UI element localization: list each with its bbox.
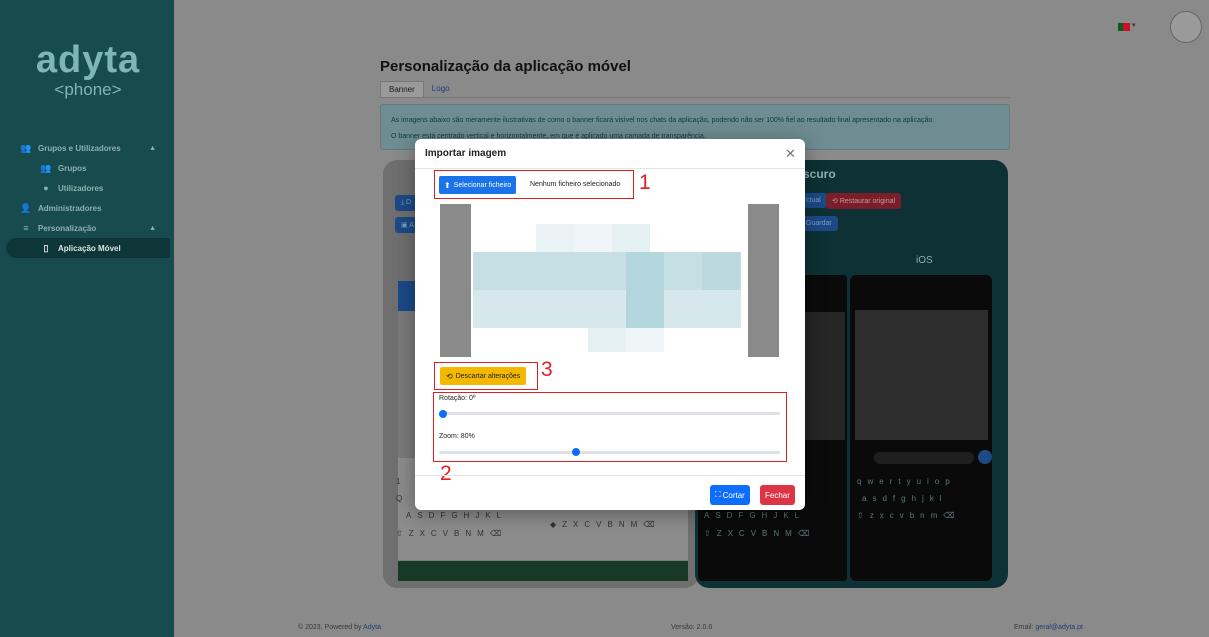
- restore-original-button[interactable]: ⟲ Restaurar original: [826, 193, 902, 209]
- sidebar-item-administradores[interactable]: 👤 Administradores: [0, 198, 174, 218]
- avatar[interactable]: [1170, 11, 1202, 43]
- logo-sub: <phone>: [54, 80, 122, 99]
- sliders-icon: ≡: [23, 223, 29, 233]
- keyboard-row: ⇧ZXCVBNM⌫: [704, 529, 816, 538]
- annotation-number-3: 3: [541, 358, 553, 381]
- users-icon: 👥: [20, 142, 32, 153]
- upload-icon: ⬆: [444, 180, 451, 190]
- image-pixel: [473, 252, 741, 290]
- annotation-number-1: 1: [639, 171, 651, 194]
- annotation-number-2: 2: [440, 462, 452, 485]
- restore-original-label: Restaurar original: [839, 198, 896, 205]
- file-status: Nenhum ficheiro selecionado: [530, 181, 621, 188]
- image-cropper[interactable]: [440, 204, 779, 357]
- sidebar-item-aplicacao-movel[interactable]: ▯ Aplicação Móvel: [6, 238, 170, 258]
- footer-email: Email: geral@adyta.pt: [1014, 624, 1083, 631]
- email-label: Email:: [1014, 624, 1034, 631]
- sidebar-item-label: Aplicação Móvel: [58, 243, 121, 253]
- user-icon: ●: [43, 183, 49, 193]
- sidebar-item-label: Grupos: [58, 163, 87, 173]
- tabs: Banner Logo: [380, 81, 1010, 98]
- logo-brand: adyta: [35, 39, 141, 81]
- rotation-slider-thumb[interactable]: [439, 410, 447, 418]
- modal-title: Importar imagem: [425, 148, 507, 159]
- crop-button[interactable]: ⛶ Cortar: [710, 485, 750, 505]
- admin-icon: 👤: [20, 202, 32, 213]
- import-button-label: A: [409, 222, 414, 229]
- rotation-label: Rotação: 0º: [439, 395, 476, 402]
- logo[interactable]: adyta <phone>: [28, 40, 148, 100]
- sidebar-item-label: Administradores: [38, 203, 102, 213]
- chevron-up-icon: ▲: [149, 144, 156, 152]
- download-button-label: D: [406, 199, 412, 206]
- image-pixel: [626, 252, 664, 328]
- ios-chat: [855, 310, 988, 440]
- footer-copyright: © 2023, Powered by Adyta: [298, 624, 381, 631]
- ios-message-input: [874, 452, 974, 464]
- adyta-link[interactable]: Adyta: [363, 624, 381, 631]
- footer-version: Versão: 2.0.6: [671, 624, 713, 631]
- page-title: Personalização da aplicação móvel: [380, 58, 631, 75]
- zoom-label: Zoom: 80%: [439, 433, 475, 440]
- info-line-1: As imagens abaixo são meramente ilustrat…: [391, 117, 935, 124]
- select-file-button[interactable]: ⬆ Selecionar ficheiro: [439, 176, 517, 194]
- image-pixel: [588, 328, 626, 352]
- import-image-modal: Importar imagem ✕ 1 ⬆ Selecionar ficheir…: [415, 139, 805, 510]
- tab-logo[interactable]: Logo: [424, 81, 458, 97]
- zoom-slider[interactable]: [439, 451, 780, 454]
- sidebar-item-grupos-utilizadores[interactable]: 👥 Grupos e Utilizadores ▲: [0, 138, 174, 158]
- discard-changes-label: Descartar alterações: [455, 372, 521, 380]
- close-icon[interactable]: ✕: [785, 146, 796, 162]
- keyboard-row: ◆ZXCVBNM⌫: [550, 520, 661, 529]
- copyright-text: © 2023, Powered by: [298, 624, 362, 631]
- keyboard-row: qwertyuiop: [857, 477, 956, 486]
- sidebar-item-utilizadores[interactable]: ● Utilizadores: [0, 178, 174, 198]
- sidebar-item-label: Utilizadores: [58, 183, 104, 193]
- sidebar-item-grupos[interactable]: 👥 Grupos: [0, 158, 174, 178]
- android-nav-bar: [398, 561, 688, 581]
- sidebar-item-label: Grupos e Utilizadores: [38, 143, 121, 153]
- group-icon: 👥: [40, 162, 52, 173]
- email-link[interactable]: geral@adyta.pt: [1035, 624, 1083, 631]
- android-nav-bar: [700, 561, 845, 581]
- sidebar-nav: 👥 Grupos e Utilizadores ▲ 👥 Grupos ● Uti…: [0, 138, 174, 258]
- close-button[interactable]: Fechar: [760, 485, 795, 505]
- keyboard-row: ⇧zxcvbnm⌫: [857, 511, 961, 520]
- image-pixel: [626, 328, 664, 352]
- keyboard-row: ASDFGHJKL: [704, 511, 806, 520]
- crop-label: Cortar: [722, 490, 745, 500]
- chevron-up-icon: ▲: [149, 224, 156, 232]
- keyboard-row: ⇧ZXCVBNM⌫: [396, 529, 508, 538]
- tab-banner[interactable]: Banner: [380, 81, 424, 97]
- rotation-slider[interactable]: [439, 412, 780, 415]
- sidebar-item-label: Personalização: [38, 223, 97, 233]
- flag-icon[interactable]: [1118, 23, 1130, 31]
- modal-header: Importar imagem ✕: [415, 139, 805, 169]
- discard-changes-button[interactable]: ⟲ Descartar alterações: [440, 367, 527, 385]
- send-icon: [978, 450, 992, 464]
- ios-title: iOS: [916, 255, 933, 266]
- keyboard-row: asdfghjkl: [862, 494, 948, 503]
- select-file-label: Selecionar ficheiro: [453, 181, 512, 189]
- sidebar-item-personalizacao[interactable]: ≡ Personalização ▲: [0, 218, 174, 238]
- crop-icon: ⛶: [715, 490, 721, 499]
- keyboard-row: ASDFGHJKL: [406, 511, 508, 520]
- chevron-down-icon[interactable]: ▾: [1132, 21, 1136, 29]
- image-pixel: [473, 290, 741, 328]
- sidebar: adyta <phone> 👥 Grupos e Utilizadores ▲ …: [0, 0, 174, 637]
- mobile-icon: ▯: [43, 242, 49, 253]
- undo-icon: ⟲: [446, 371, 453, 381]
- download-button[interactable]: ⤓ D: [395, 195, 418, 211]
- crop-area-left: [440, 204, 471, 357]
- crop-area-right: [748, 204, 779, 357]
- modal-footer-divider: [415, 475, 805, 476]
- image-pixel: [702, 252, 740, 290]
- save-button[interactable]: Guardar: [800, 216, 838, 231]
